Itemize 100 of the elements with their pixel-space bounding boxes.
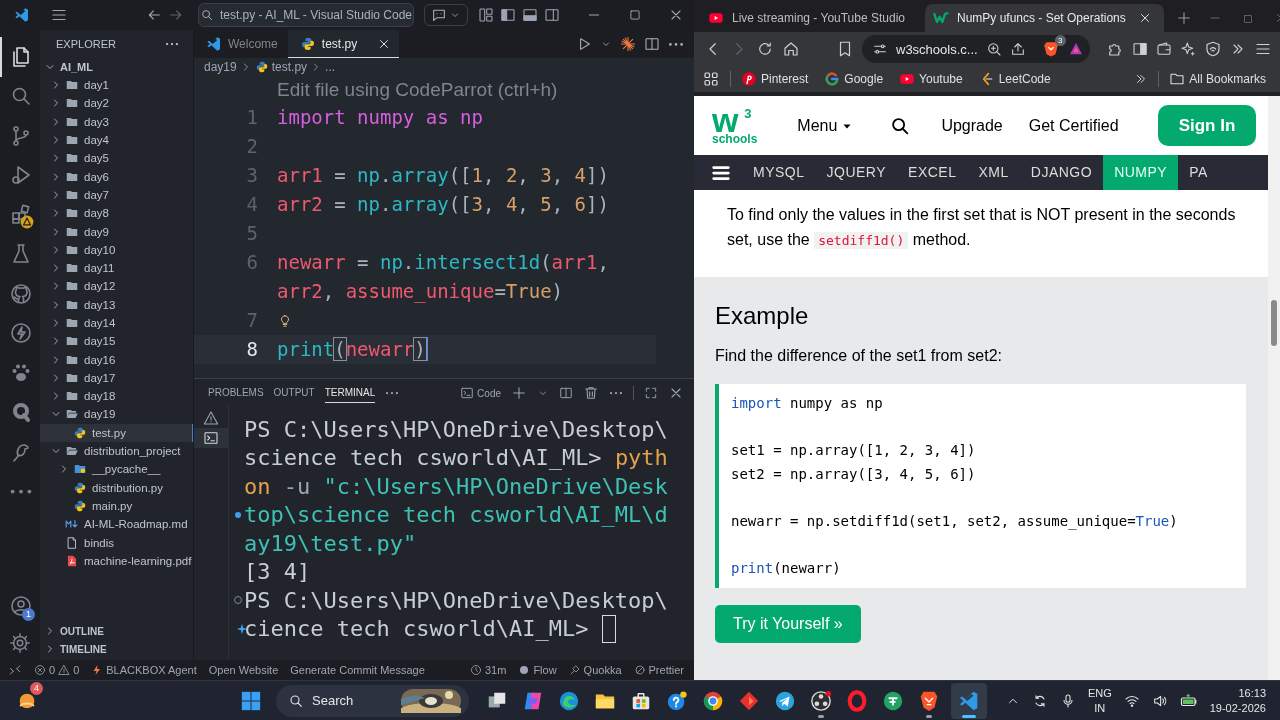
intro-paragraph: To find only the values in the first set that is NOT present in the seconds set, use the setdiff1d() method. — [727, 205, 1237, 251]
clock[interactable]: 16:13 19-02-2026 — [1209, 685, 1266, 716]
browser-tab[interactable]: Live streaming - YouTube Studio — [700, 4, 921, 32]
terminal-line: [3 4] — [244, 559, 311, 585]
topic-link[interactable]: XML — [967, 155, 1020, 190]
editor-tab[interactable]: Welcome — [194, 30, 288, 58]
tree-item[interactable]: day15 — [40, 332, 193, 351]
topic-link[interactable]: EXCEL — [897, 155, 968, 190]
tree-item[interactable]: day6 — [40, 167, 193, 186]
notification-badge: 1 — [22, 608, 35, 621]
line-number: 3 — [245, 163, 259, 188]
breadcrumb-item[interactable]: test.py — [271, 60, 308, 74]
address-bar[interactable]: w3schools.c... 3 — [862, 35, 1090, 63]
menu-button[interactable]: Menu — [797, 116, 854, 135]
panel-tab[interactable]: PROBLEMS — [208, 383, 264, 403]
example-description: Find the difference of the set1 from set2: — [715, 347, 1003, 365]
status-item[interactable]: Flow — [518, 664, 557, 676]
account-button[interactable]: 1 — [0, 586, 40, 626]
terminal-line: cience tech csworld\AI_ML> — [244, 616, 590, 642]
tree-item[interactable]: distribution.py — [40, 478, 193, 497]
bookmark[interactable]: Google — [824, 71, 884, 87]
tree-item[interactable]: day1 — [40, 76, 193, 95]
topic-link[interactable]: DJANGO — [1019, 155, 1104, 190]
tree-item[interactable]: day16 — [40, 350, 193, 369]
tree-item[interactable]: AI-ML-Roadmap.md — [40, 515, 193, 534]
topic-link[interactable]: MYSQL — [742, 155, 816, 190]
bookmark[interactable]: Pinterest — [741, 71, 809, 87]
tree-item[interactable]: day10 — [40, 240, 193, 259]
line-number: 5 — [245, 221, 259, 246]
tree-item[interactable]: main.py — [40, 496, 193, 516]
line-number: 1 — [245, 105, 259, 130]
tree-item[interactable]: day5 — [40, 149, 193, 168]
tree-item[interactable]: day19 — [40, 405, 193, 424]
outline-section[interactable]: OUTLINE — [40, 622, 193, 640]
line-number: 8 — [245, 337, 259, 362]
code-line: newarr = np.setdiff1d(set1, set2, assume_unique=True) — [731, 511, 1179, 532]
tree-item[interactable]: AI_ML — [40, 58, 193, 76]
tree-item[interactable]: day11 — [40, 258, 193, 278]
tree-item[interactable]: machine-learning.pdf — [40, 551, 193, 570]
terminal-line: ay19\test.py" — [244, 530, 417, 556]
count-badge: 3 — [1054, 35, 1066, 46]
line-number: 6 — [245, 250, 259, 275]
language-indicator[interactable]: ENG IN — [1087, 685, 1112, 716]
line-number: 2 — [245, 134, 259, 159]
tree-item[interactable]: day9 — [40, 222, 193, 241]
example-heading: Example — [715, 301, 810, 331]
timeline-section[interactable]: TIMELINE — [40, 640, 193, 658]
topic-link[interactable]: PA — [1178, 155, 1219, 190]
tree-item[interactable]: day4 — [40, 130, 193, 150]
status-item[interactable]: Open Website — [208, 664, 279, 676]
problems-indicator[interactable]: 0 0 — [34, 664, 80, 676]
status-item[interactable]: Generate Commit Message — [290, 664, 425, 676]
bookmark[interactable]: Youtube — [899, 71, 963, 87]
tree-item[interactable]: day7 — [40, 185, 193, 205]
nav-link[interactable]: Upgrade — [941, 116, 1003, 135]
topic-link[interactable]: JQUERY — [815, 155, 898, 190]
notification-badge: 4 — [30, 681, 43, 695]
editor-hint: Edit file using CodeParrot (ctrl+h) — [277, 79, 558, 100]
tree-item[interactable]: test.py — [40, 423, 193, 442]
code-line: set1 = np.array([1, 2, 3, 4]) — [731, 441, 977, 460]
tree-item[interactable]: day2 — [40, 94, 193, 113]
tree-item[interactable]: day18 — [40, 387, 193, 406]
status-item[interactable]: 31m — [469, 664, 507, 676]
terminal-line: PS C:\Users\HP\OneDrive\Desktop\ — [244, 587, 668, 613]
tree-item[interactable]: day12 — [40, 277, 193, 296]
terminal-profile[interactable]: Code — [460, 386, 501, 400]
tree-item[interactable]: day13 — [40, 295, 193, 314]
bookmark[interactable]: LeetCode — [978, 71, 1051, 87]
code-line: print(newarr) — [731, 558, 842, 578]
code-line: set2 = np.array([3, 4, 5, 6]) — [731, 464, 977, 484]
tree-item[interactable]: bindis — [40, 533, 193, 552]
code-line: print(newarr) — [277, 338, 426, 360]
tree-item[interactable]: distribution_project — [40, 441, 193, 461]
terminal-line: on -u "c:\Users\HP\OneDrive\Desk — [244, 473, 668, 499]
nav-link[interactable]: Get Certified — [1028, 116, 1119, 135]
panel-tab[interactable]: TERMINAL — [324, 383, 376, 403]
breadcrumb-item[interactable]: ... — [325, 60, 336, 74]
tree-item[interactable]: day17 — [40, 368, 193, 388]
window-title: test.py - AI_ML - Visual Studio Code — [219, 8, 413, 22]
terminal-line: science tech csworld\AI_ML> pyth — [244, 445, 668, 471]
panel-tab[interactable]: OUTPUT — [273, 383, 315, 403]
all-bookmarks-button[interactable]: All Bookmarks — [1169, 71, 1266, 87]
editor-tab[interactable]: test.py — [287, 30, 400, 58]
tree-item[interactable]: day3 — [40, 112, 193, 131]
status-item[interactable]: Quokka — [568, 664, 622, 676]
tree-item[interactable]: day8 — [40, 204, 193, 223]
code-line: arr1 = np.array([1, 2, 3, 4]) — [277, 164, 609, 186]
command-center[interactable]: test.py - AI_ML - Visual Studio Code — [198, 3, 414, 27]
breadcrumb-item[interactable]: day19 — [204, 60, 237, 74]
tree-item[interactable]: day14 — [40, 313, 193, 333]
status-item[interactable]: Prettier — [633, 664, 684, 676]
tree-item[interactable]: __pycache__ — [40, 460, 193, 479]
terminal-line: PS C:\Users\HP\OneDrive\Desktop\ — [244, 416, 668, 442]
search-box[interactable]: Search — [276, 684, 469, 717]
code-line: import numpy as np — [731, 394, 884, 413]
sidebar-title: EXPLORER — [56, 38, 116, 50]
code-line: newarr = np.intersect1d(arr1, arr2, assume_unique=True) — [277, 251, 610, 302]
browser-tab[interactable]: NumPy ufuncs - Set Operations — [925, 4, 1164, 32]
code-line: import numpy as np — [277, 106, 483, 128]
status-item[interactable]: BLACKBOX Agent — [91, 664, 197, 676]
